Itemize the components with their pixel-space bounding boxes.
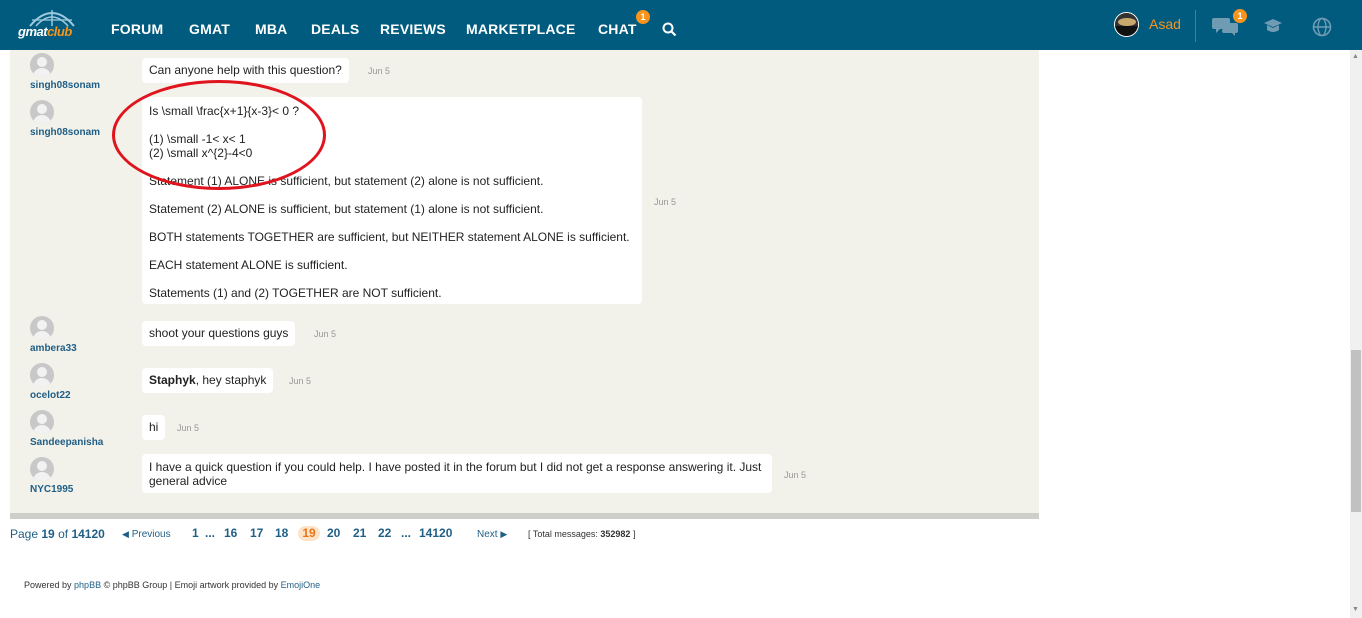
total-messages: [ Total messages: 352982 ] <box>528 529 636 539</box>
nav-deals[interactable]: DEALS <box>311 21 359 37</box>
message-bubble: Staphyk, hey staphyk <box>142 368 274 393</box>
nav-reviews[interactable]: REVIEWS <box>380 21 446 37</box>
scroll-down-arrow-icon[interactable]: ▼ <box>1352 606 1359 613</box>
chevron-left-icon: ◀ <box>122 529 129 539</box>
page-link[interactable]: 22 <box>378 526 391 540</box>
page-link[interactable]: 1 <box>192 526 199 540</box>
next-page-link[interactable]: Next ▶ <box>477 529 507 540</box>
graduation-cap-icon[interactable] <box>1263 17 1283 40</box>
nav-chat[interactable]: CHAT <box>598 21 637 37</box>
page-link[interactable]: 14120 <box>419 526 452 540</box>
logo-text: gmatclub <box>18 24 72 39</box>
top-navigation-bar: gmatclub FORUM GMAT MBA DEALS REVIEWS MA… <box>0 0 1362 50</box>
message-bubble: hi <box>142 415 166 440</box>
message-bubble: Can anyone help with this question? <box>142 58 349 83</box>
nav-gmat[interactable]: GMAT <box>189 21 230 37</box>
mention[interactable]: Staphyk <box>149 373 196 387</box>
nav-mba[interactable]: MBA <box>255 21 287 37</box>
chat-bottom-bar <box>10 513 1039 519</box>
avatar[interactable] <box>30 53 54 77</box>
avatar[interactable] <box>30 316 54 340</box>
message-line: BOTH statements TOGETHER are sufficient,… <box>149 230 630 244</box>
pagination-ellipsis: ... <box>401 526 412 540</box>
message-date: Jun 5 <box>177 423 200 433</box>
message-date: Jun 5 <box>314 329 337 339</box>
message-text: hi <box>149 420 159 434</box>
page-link[interactable]: 18 <box>275 526 288 540</box>
username[interactable]: Sandeepanisha <box>30 437 103 448</box>
message-bubble: I have a quick question if you could hel… <box>142 454 772 493</box>
globe-icon[interactable] <box>1312 17 1332 42</box>
avatar[interactable] <box>30 457 54 481</box>
chevron-right-icon: ▶ <box>500 529 508 539</box>
message-text: I have a quick question if you could hel… <box>149 460 762 488</box>
previous-page-link[interactable]: ◀ Previous <box>122 529 171 540</box>
message-date: Jun 5 <box>289 376 312 386</box>
red-annotation-circle <box>112 80 326 190</box>
message-line: EACH statement ALONE is sufficient. <box>149 258 348 272</box>
scrollbar-thumb[interactable] <box>1351 350 1361 512</box>
nav-marketplace[interactable]: MARKETPLACE <box>466 21 576 37</box>
footer: Powered by phpBB © phpBB Group | Emoji a… <box>24 580 321 590</box>
user-name[interactable]: Asad <box>1149 16 1181 32</box>
avatar[interactable] <box>30 100 54 124</box>
page-link[interactable]: 20 <box>327 526 340 540</box>
scroll-up-arrow-icon[interactable]: ▲ <box>1352 53 1359 60</box>
message-text: shoot your questions guys <box>149 326 289 340</box>
search-icon[interactable] <box>662 22 677 42</box>
message-line: Statements (1) and (2) TOGETHER are NOT … <box>149 286 442 300</box>
message-text: Can anyone help with this question? <box>149 63 342 77</box>
current-page: 19 <box>298 526 320 541</box>
message-date: Jun 5 <box>654 197 677 207</box>
avatar[interactable] <box>30 363 54 387</box>
gmatclub-logo[interactable]: gmatclub <box>18 8 86 42</box>
scrollbar-track[interactable] <box>1350 50 1362 618</box>
nav-forum[interactable]: FORUM <box>111 21 163 37</box>
page-link[interactable]: 16 <box>224 526 237 540</box>
page-link[interactable]: 21 <box>353 526 366 540</box>
phpbb-link[interactable]: phpBB <box>74 580 101 590</box>
chat-notification-badge: 1 <box>636 10 650 24</box>
avatar[interactable] <box>30 410 54 434</box>
page-indicator: Page 19 of 14120 <box>10 527 105 541</box>
emojione-link[interactable]: EmojiOne <box>281 580 321 590</box>
message-line: Statement (2) ALONE is sufficient, but s… <box>149 202 544 216</box>
message-text: , hey staphyk <box>195 373 267 387</box>
user-avatar[interactable] <box>1114 12 1139 37</box>
message-date: Jun 5 <box>784 470 807 480</box>
message-date: Jun 5 <box>368 66 391 76</box>
username[interactable]: ocelot22 <box>30 390 71 401</box>
username[interactable]: singh08sonam <box>30 127 100 138</box>
message-bubble: shoot your questions guys <box>142 321 296 346</box>
username[interactable]: ambera33 <box>30 343 77 354</box>
username[interactable]: singh08sonam <box>30 80 100 91</box>
header-divider <box>1195 10 1196 42</box>
pagination-ellipsis: ... <box>205 526 216 540</box>
username[interactable]: NYC1995 <box>30 484 73 495</box>
messages-notification-badge: 1 <box>1233 9 1247 23</box>
page-link[interactable]: 17 <box>250 526 263 540</box>
